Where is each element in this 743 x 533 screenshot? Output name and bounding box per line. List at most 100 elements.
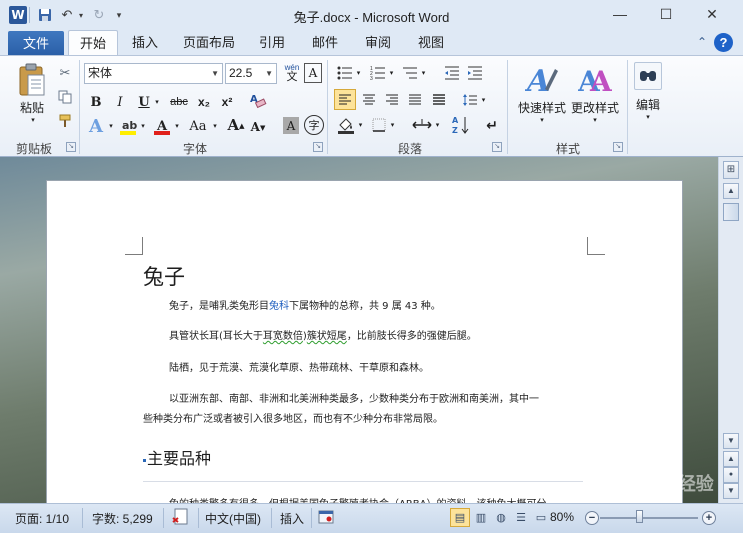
grammar-flag[interactable]: 耳宽数倍 xyxy=(263,331,303,342)
text-effects-dropdown-icon[interactable]: ▾ xyxy=(106,116,116,136)
zoom-slider-thumb[interactable] xyxy=(636,510,643,523)
paragraph-4-line-2[interactable]: 些种类分布广泛或者被引入很多地区，而也有不少种分布非常局限。 xyxy=(143,410,443,425)
paragraph-5[interactable]: 兔的种类繁多有很多，但根据美国兔子繁殖者协会（ARBA）的资料，该种兔大概可分 xyxy=(169,495,547,503)
multilevel-dropdown-icon[interactable]: ▾ xyxy=(419,64,428,82)
browse-object-button[interactable]: ● xyxy=(723,467,739,483)
tab-home[interactable]: 开始 xyxy=(68,30,118,56)
numbering-icon[interactable]: 123 xyxy=(369,64,387,82)
tab-references[interactable]: 引用 xyxy=(252,30,292,56)
tab-review[interactable]: 审阅 xyxy=(358,30,398,56)
paste-button[interactable]: 粘贴 xyxy=(12,99,52,116)
line-spacing-icon[interactable] xyxy=(461,89,479,110)
subscript-button[interactable]: x₂ xyxy=(194,93,214,111)
font-color-icon[interactable]: A xyxy=(152,116,172,136)
full-screen-reading-icon[interactable]: ▥ xyxy=(471,508,491,527)
web-layout-icon[interactable]: ◍ xyxy=(491,508,511,527)
next-page-button[interactable]: ▼ xyxy=(723,483,739,499)
cut-icon[interactable]: ✂ xyxy=(56,64,74,82)
insert-mode[interactable]: 插入 xyxy=(280,510,304,527)
format-painter-icon[interactable] xyxy=(56,112,74,130)
align-center-button[interactable] xyxy=(358,89,380,110)
underline-dropdown-icon[interactable]: ▾ xyxy=(152,93,162,111)
tab-insert[interactable]: 插入 xyxy=(124,30,166,56)
paste-dropdown-icon[interactable]: ▾ xyxy=(28,116,38,124)
bold-button[interactable]: B xyxy=(88,93,104,111)
line-spacing-dropdown-icon[interactable]: ▾ xyxy=(479,89,488,110)
tab-page-layout[interactable]: 页面布局 xyxy=(178,30,240,56)
quick-styles-icon[interactable]: A xyxy=(524,62,560,98)
character-border-icon[interactable]: A xyxy=(304,63,322,83)
chinese-layout-icon[interactable] xyxy=(411,115,433,135)
increase-indent-icon[interactable] xyxy=(466,64,484,82)
hyperlink[interactable]: 兔科 xyxy=(269,301,289,312)
show-marks-icon[interactable]: ↵ xyxy=(482,114,502,136)
minimize-button[interactable]: — xyxy=(597,0,643,28)
quick-styles-dropdown-icon[interactable]: ▾ xyxy=(537,116,547,124)
change-case-button[interactable]: Aa xyxy=(186,116,210,136)
tab-file[interactable]: 文件 xyxy=(8,31,64,56)
change-styles-icon[interactable]: AA xyxy=(577,62,613,98)
shading-dropdown-icon[interactable]: ▾ xyxy=(356,115,365,135)
shrink-font-button[interactable]: A ▼ xyxy=(249,117,267,137)
collapse-ribbon-icon[interactable]: ⌃ xyxy=(697,35,707,49)
language-indicator[interactable]: 中文(中国) xyxy=(205,510,261,527)
macro-record-icon[interactable] xyxy=(318,509,334,528)
editing-button[interactable]: 编辑 xyxy=(630,96,666,113)
align-right-button[interactable] xyxy=(381,89,403,110)
clipboard-launcher-icon[interactable]: ↘ xyxy=(66,142,76,152)
help-icon[interactable]: ? xyxy=(714,33,733,52)
find-icon[interactable] xyxy=(634,62,662,90)
tab-mailings[interactable]: 邮件 xyxy=(305,30,345,56)
underline-button[interactable]: U xyxy=(136,93,152,111)
strikethrough-button[interactable]: abc xyxy=(167,93,191,111)
paragraph-2[interactable]: 具管状长耳(耳长大于耳宽数倍)簇状短尾，比前肢长得多的强健后腿。 xyxy=(169,327,477,342)
zoom-out-button[interactable]: − xyxy=(585,511,599,525)
borders-dropdown-icon[interactable]: ▾ xyxy=(388,115,397,135)
scroll-up-button[interactable]: ▲ xyxy=(723,183,739,199)
italic-button[interactable]: I xyxy=(112,93,128,111)
font-size-combo[interactable]: 22.5 ▼ xyxy=(225,63,277,84)
borders-icon[interactable] xyxy=(370,115,388,135)
text-effects-icon[interactable]: A xyxy=(86,116,106,137)
enclose-characters-icon[interactable]: 字 xyxy=(304,115,324,135)
proofing-icon[interactable] xyxy=(172,508,192,529)
highlight-icon[interactable]: ab xyxy=(118,116,138,136)
clear-formatting-icon[interactable]: A xyxy=(248,90,268,110)
close-button[interactable]: ✕ xyxy=(689,0,735,28)
page-count[interactable]: 页面: 1/10 xyxy=(15,510,69,527)
zoom-in-button[interactable]: + xyxy=(702,511,716,525)
bullets-dropdown-icon[interactable]: ▾ xyxy=(354,64,363,82)
paragraph-1[interactable]: 兔子，是哺乳类兔形目兔科下属物种的总称，共 9 属 43 种。 xyxy=(169,297,441,312)
print-layout-view-icon[interactable]: ▤ xyxy=(450,508,470,527)
decrease-indent-icon[interactable] xyxy=(443,64,461,82)
zoom-slider[interactable] xyxy=(600,517,698,519)
previous-page-button[interactable]: ▲ xyxy=(723,451,739,467)
paragraph-3[interactable]: 陆栖，见于荒漠、荒漠化草原、热带疏林、干草原和森林。 xyxy=(169,359,429,374)
document-heading[interactable]: 兔子 xyxy=(143,261,185,291)
outline-view-icon[interactable]: ☰ xyxy=(511,508,531,527)
vertical-scrollbar[interactable]: ⊞ ▲ ▼ ▲ ● ▼ xyxy=(718,157,743,503)
quick-styles-button[interactable]: 快速样式 xyxy=(514,99,570,116)
superscript-button[interactable]: x² xyxy=(217,93,237,111)
document-page[interactable]: 兔子 兔子，是哺乳类兔形目兔科下属物种的总称，共 9 属 43 种。 具管状长耳… xyxy=(46,180,683,503)
chinese-layout-dropdown-icon[interactable]: ▾ xyxy=(433,115,442,135)
highlight-dropdown-icon[interactable]: ▾ xyxy=(138,116,148,136)
paragraph-launcher-icon[interactable]: ↘ xyxy=(492,142,502,152)
sort-icon[interactable]: AZ xyxy=(451,114,471,136)
draft-view-icon[interactable]: ▭ xyxy=(531,508,551,527)
distributed-button[interactable] xyxy=(428,89,450,110)
bullets-icon[interactable] xyxy=(336,64,354,82)
grammar-flag[interactable]: 簇状短尾 xyxy=(307,331,347,342)
section-heading[interactable]: 主要品种 xyxy=(147,445,211,469)
tab-view[interactable]: 视图 xyxy=(411,30,451,56)
multilevel-list-icon[interactable] xyxy=(401,64,419,82)
paste-icon[interactable] xyxy=(14,62,50,98)
font-color-dropdown-icon[interactable]: ▾ xyxy=(172,116,182,136)
justify-button[interactable] xyxy=(404,89,426,110)
numbering-dropdown-icon[interactable]: ▾ xyxy=(387,64,396,82)
scroll-thumb[interactable] xyxy=(723,203,739,221)
copy-icon[interactable] xyxy=(56,88,74,106)
font-name-combo[interactable]: 宋体 ▼ xyxy=(84,63,223,84)
styles-launcher-icon[interactable]: ↘ xyxy=(613,142,623,152)
change-styles-button[interactable]: 更改样式 xyxy=(567,99,623,116)
